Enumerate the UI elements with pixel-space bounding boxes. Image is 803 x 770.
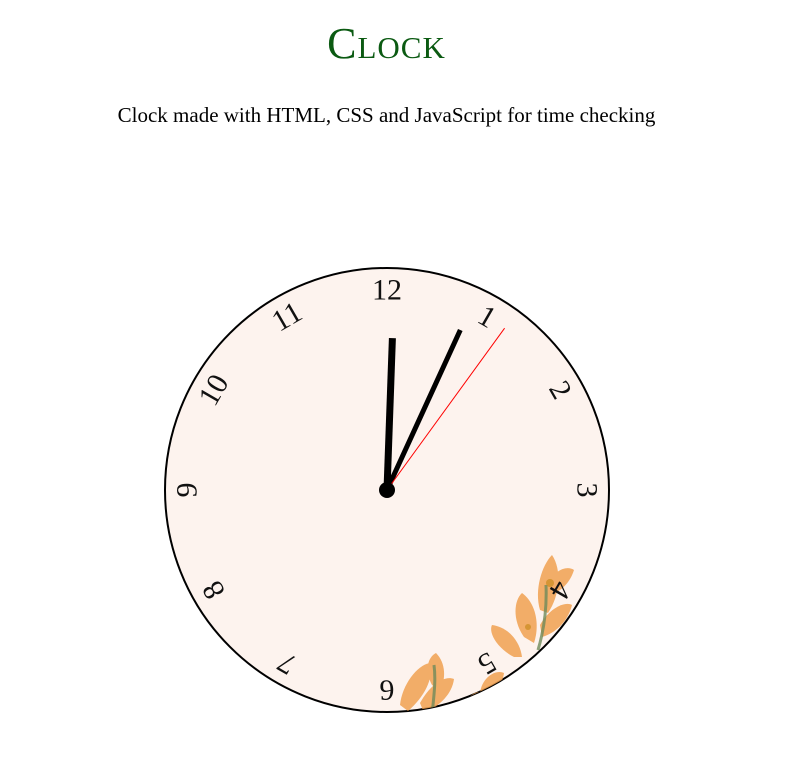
center-pin: [379, 482, 395, 498]
numeral-6: 6: [380, 674, 395, 707]
page-title: Clock: [327, 19, 446, 68]
numeral-3: 3: [571, 483, 604, 498]
numeral-9: 9: [171, 483, 204, 498]
clock-face-svg: 121234567891011: [164, 267, 610, 713]
analog-clock: 12 1 2 3 4 5 6 7 8 9 10 11: [162, 265, 612, 715]
page-subtitle: Clock made with HTML, CSS and JavaScript…: [117, 103, 656, 127]
numeral-12: 12: [372, 274, 402, 307]
